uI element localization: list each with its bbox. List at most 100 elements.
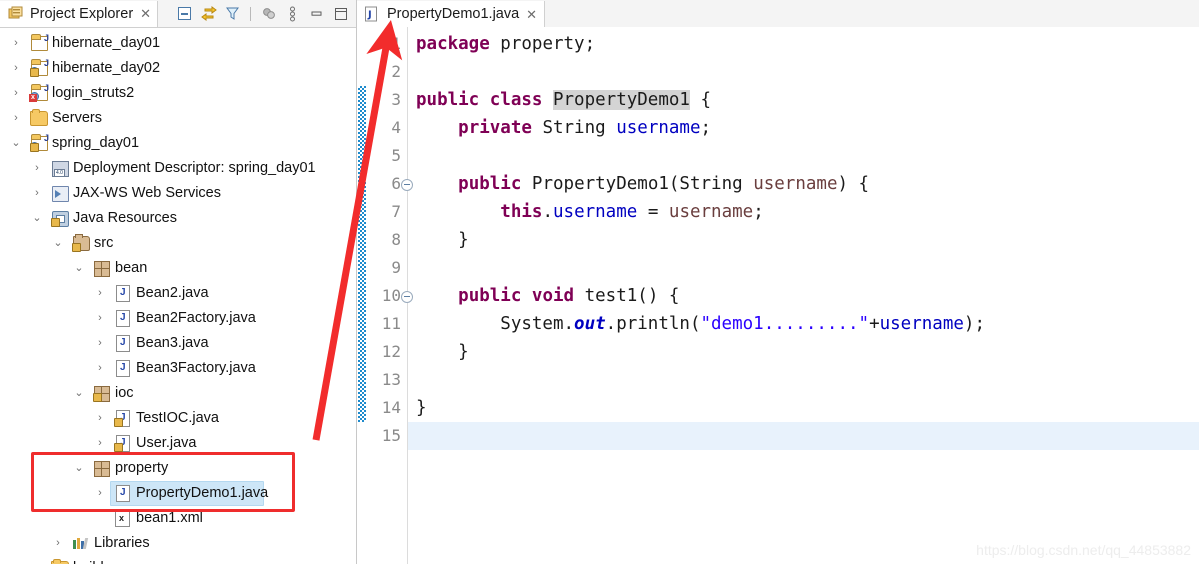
java-file-icon bbox=[113, 359, 131, 377]
code-token: String bbox=[542, 118, 617, 138]
twisty-collapsed-icon[interactable]: › bbox=[92, 362, 108, 374]
twisty-collapsed-icon[interactable]: › bbox=[8, 87, 24, 99]
code-token: username bbox=[879, 314, 964, 334]
twisty-expanded-icon[interactable]: ⌄ bbox=[71, 261, 87, 274]
focus-icon[interactable] bbox=[258, 4, 279, 24]
package-icon bbox=[92, 259, 110, 277]
folder-icon bbox=[50, 559, 69, 564]
code-line[interactable] bbox=[408, 366, 1199, 394]
filter-icon[interactable] bbox=[222, 4, 243, 24]
package-warning-icon bbox=[92, 384, 110, 402]
code-line[interactable]: private String username; bbox=[408, 114, 1199, 142]
twisty-collapsed-icon[interactable]: › bbox=[92, 412, 108, 424]
tree-item[interactable]: › JAX-WS Web Services bbox=[0, 180, 356, 205]
code-area[interactable]: package property; public class PropertyDe… bbox=[408, 27, 1199, 564]
java-file-icon bbox=[113, 309, 131, 327]
code-line[interactable]: public PropertyDemo1(String username) { bbox=[408, 170, 1199, 198]
view-menu-icon[interactable] bbox=[282, 4, 303, 24]
twisty-collapsed-icon[interactable]: › bbox=[92, 487, 108, 499]
tree-item-label: property bbox=[115, 459, 169, 476]
twisty-collapsed-icon[interactable]: › bbox=[8, 62, 24, 74]
twisty-expanded-icon[interactable]: ⌄ bbox=[71, 461, 87, 474]
code-token: test1() { bbox=[584, 286, 680, 306]
xml-file-icon bbox=[113, 509, 131, 527]
line-number: 2 bbox=[391, 62, 401, 81]
twisty-expanded-icon[interactable]: ⌄ bbox=[71, 386, 87, 399]
code-token: } bbox=[416, 398, 427, 418]
tree-item[interactable]: ⌄ bean bbox=[0, 255, 356, 280]
tree-item[interactable]: › Libraries bbox=[0, 530, 356, 555]
twisty-collapsed-icon[interactable]: › bbox=[92, 287, 108, 299]
maximize-icon[interactable] bbox=[330, 4, 351, 24]
tree-item[interactable]: › TestIOC.java bbox=[0, 405, 356, 430]
tree-item[interactable]: › Servers bbox=[0, 105, 356, 130]
link-with-editor-icon[interactable] bbox=[198, 4, 219, 24]
tree-item[interactable]: › Bean3.java bbox=[0, 330, 356, 355]
twisty-expanded-icon[interactable]: ⌄ bbox=[8, 136, 24, 149]
project-explorer-view: Project Explorer ✕ › J hibernate_day01 ›… bbox=[0, 0, 357, 564]
tree-item[interactable]: bean1.xml bbox=[0, 505, 356, 530]
line-number: 11 bbox=[381, 314, 401, 333]
java-file-warning-icon bbox=[113, 409, 131, 427]
tab-project-explorer[interactable]: Project Explorer ✕ bbox=[0, 0, 159, 27]
tree-item-label: hibernate_day01 bbox=[52, 34, 161, 51]
tree-item[interactable]: › Bean3Factory.java bbox=[0, 355, 356, 380]
collapse-all-icon[interactable] bbox=[174, 4, 195, 24]
line-number: 1 bbox=[391, 34, 401, 53]
project-warning-icon bbox=[29, 58, 49, 77]
watermark: https://blog.csdn.net/qq_44853882 bbox=[976, 542, 1191, 558]
tree-item[interactable]: › hibernate_day02 bbox=[0, 55, 356, 80]
tree-item[interactable]: ⌄ Java Resources bbox=[0, 205, 356, 230]
tree-item[interactable]: › Bean2Factory.java bbox=[0, 305, 356, 330]
deployment-descriptor-icon bbox=[50, 159, 69, 177]
code-token: out bbox=[574, 314, 606, 334]
tree-item[interactable]: ›build bbox=[0, 555, 356, 564]
code-line[interactable]: this.username = username; bbox=[408, 198, 1199, 226]
line-number: 13 bbox=[381, 370, 401, 389]
minimize-icon[interactable] bbox=[306, 4, 327, 24]
close-icon[interactable]: ✕ bbox=[138, 7, 151, 20]
code-line[interactable]: public void test1() { bbox=[408, 282, 1199, 310]
close-icon[interactable]: ✕ bbox=[524, 8, 537, 21]
line-number-gutter[interactable]: 1 2 3 4 5 6 7 8 9 10 11 12 13 14 15 bbox=[367, 27, 413, 564]
twisty-collapsed-icon[interactable]: › bbox=[29, 187, 45, 199]
tree-item[interactable]: › Deployment Descriptor: spring_day01 bbox=[0, 155, 356, 180]
tree-item[interactable]: › Bean2.java bbox=[0, 280, 356, 305]
code-line[interactable]: } bbox=[408, 338, 1199, 366]
code-line[interactable] bbox=[408, 254, 1199, 282]
twisty-collapsed-icon[interactable]: › bbox=[29, 162, 45, 174]
tree-item[interactable]: ⌄ ioc bbox=[0, 380, 356, 405]
code-line[interactable] bbox=[408, 422, 1199, 450]
code-line[interactable]: package property; bbox=[408, 30, 1199, 58]
code-line[interactable] bbox=[408, 58, 1199, 86]
twisty-expanded-icon[interactable]: ⌄ bbox=[50, 236, 66, 249]
tree-item[interactable]: › User.java bbox=[0, 430, 356, 455]
code-line[interactable]: System.out.println("demo1........."+user… bbox=[408, 310, 1199, 338]
twisty-collapsed-icon[interactable]: › bbox=[8, 112, 24, 124]
twisty-collapsed-icon[interactable]: › bbox=[8, 37, 24, 49]
twisty-collapsed-icon[interactable]: › bbox=[92, 312, 108, 324]
code-line[interactable]: public class PropertyDemo1 { bbox=[408, 86, 1199, 114]
tree-item-selected[interactable]: › PropertyDemo1.java bbox=[0, 480, 356, 506]
tab-propertydemo1-java[interactable]: J PropertyDemo1.java ✕ bbox=[357, 1, 546, 27]
code-token: username bbox=[668, 202, 754, 222]
code-line[interactable]: } bbox=[408, 226, 1199, 254]
editor-tabbar: J PropertyDemo1.java ✕ bbox=[357, 0, 1199, 28]
twisty-collapsed-icon[interactable]: › bbox=[92, 437, 108, 449]
project-explorer-toolbar bbox=[174, 4, 356, 24]
tree-item-label: Java Resources bbox=[73, 209, 177, 226]
twisty-expanded-icon[interactable]: ⌄ bbox=[29, 211, 45, 224]
tree-item[interactable]: › hibernate_day01 bbox=[0, 30, 356, 55]
tree-item[interactable]: ⌄ spring_day01 bbox=[0, 130, 356, 155]
code-line[interactable]: } bbox=[408, 394, 1199, 422]
java-file-icon: J bbox=[364, 6, 382, 23]
code-line[interactable] bbox=[408, 142, 1199, 170]
code-token: property; bbox=[500, 34, 596, 54]
twisty-collapsed-icon[interactable]: › bbox=[50, 537, 66, 549]
project-tree[interactable]: › hibernate_day01 › hibernate_day02 › xlogin_… bbox=[0, 27, 356, 564]
line-number: 8 bbox=[391, 230, 401, 249]
tree-item[interactable]: › xlogin_struts2 bbox=[0, 80, 356, 105]
tree-item[interactable]: ⌄ property bbox=[0, 455, 356, 480]
tree-item[interactable]: ⌄ src bbox=[0, 230, 356, 255]
twisty-collapsed-icon[interactable]: › bbox=[92, 337, 108, 349]
